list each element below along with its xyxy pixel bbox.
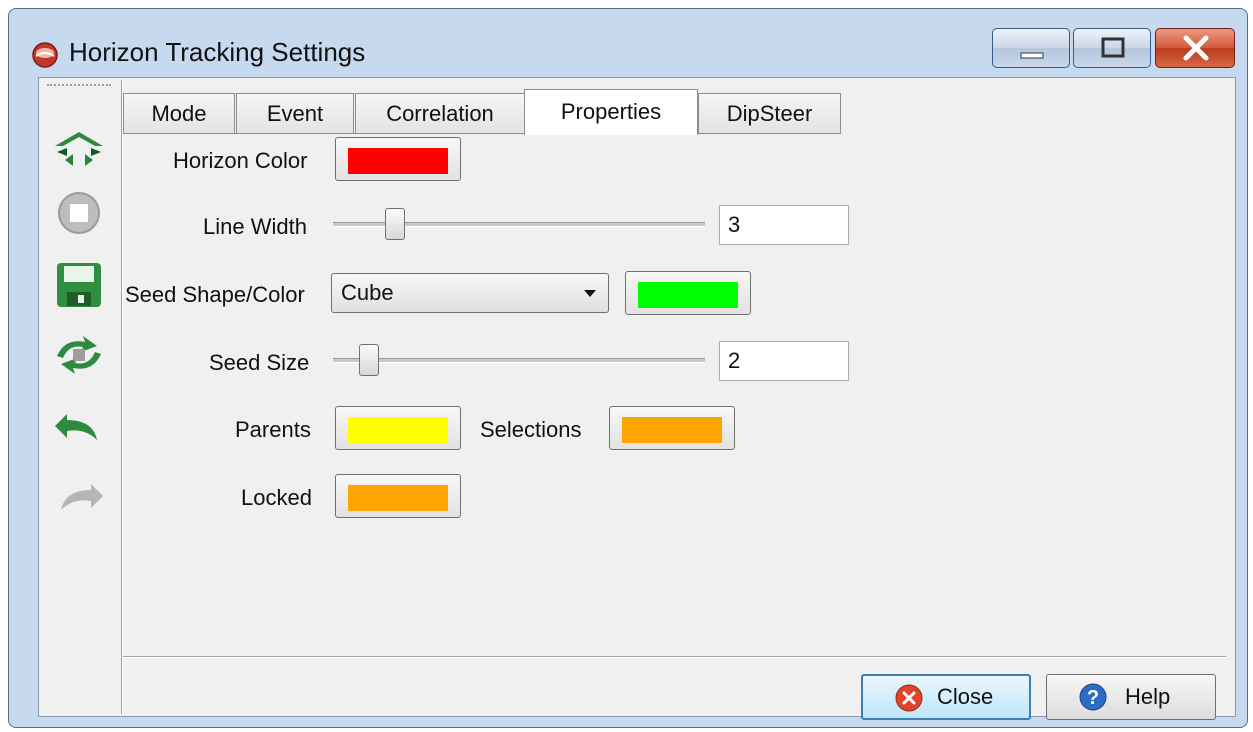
- horizon-color-label: Horizon Color: [173, 148, 308, 173]
- selections-label: Selections: [480, 417, 582, 442]
- save-icon[interactable]: [51, 262, 107, 308]
- tab-properties[interactable]: Properties: [524, 89, 698, 135]
- tab-strip-border: [123, 133, 841, 134]
- line-width-field[interactable]: 3: [719, 205, 849, 245]
- seed-size-slider-track[interactable]: [333, 358, 705, 363]
- horizon-track-icon[interactable]: [51, 126, 107, 172]
- close-circle-icon: [895, 684, 923, 712]
- undo-icon[interactable]: [51, 404, 107, 450]
- seed-shape-value: Cube: [341, 280, 394, 305]
- tab-correlation[interactable]: Correlation: [355, 93, 525, 133]
- horizon-color-swatch: [348, 148, 448, 174]
- horizon-color-button[interactable]: [335, 137, 461, 181]
- chevron-down-icon: [584, 290, 596, 297]
- minimize-icon: [1020, 52, 1044, 59]
- seed-color-button[interactable]: [625, 271, 751, 315]
- seed-color-swatch: [638, 282, 738, 308]
- close-button[interactable]: Close: [861, 674, 1031, 720]
- seed-shape-label: Seed Shape/Color: [125, 282, 305, 307]
- dialog-window: Horizon Tracking Settings Mode Event Cor…: [8, 8, 1248, 728]
- line-width-slider-thumb[interactable]: [385, 208, 405, 240]
- help-icon: ?: [1079, 683, 1107, 711]
- maximize-icon: [1101, 37, 1125, 58]
- title-bar[interactable]: Horizon Tracking Settings: [9, 9, 1247, 81]
- locked-color-swatch: [348, 485, 448, 511]
- tab-event[interactable]: Event: [236, 93, 354, 133]
- stop-icon[interactable]: [51, 190, 107, 236]
- locked-color-button[interactable]: [335, 474, 461, 518]
- seed-shape-select[interactable]: Cube: [331, 273, 609, 313]
- svg-text:?: ?: [1087, 687, 1099, 709]
- help-button[interactable]: ? Help: [1046, 674, 1216, 720]
- close-icon: [1183, 35, 1209, 61]
- help-button-label: Help: [1125, 684, 1171, 709]
- toolbar-grip[interactable]: [47, 84, 111, 90]
- window-title: Horizon Tracking Settings: [69, 37, 366, 67]
- redo-icon[interactable]: [51, 474, 107, 520]
- parents-color-swatch: [348, 417, 448, 443]
- retrack-icon[interactable]: [51, 332, 107, 378]
- tab-dipsteer[interactable]: DipSteer: [698, 93, 841, 133]
- minimize-button[interactable]: [992, 28, 1070, 68]
- seed-size-label: Seed Size: [209, 350, 310, 375]
- window-close-button[interactable]: [1155, 28, 1235, 68]
- horizon-app-icon: [32, 42, 58, 68]
- selections-color-button[interactable]: [609, 406, 735, 450]
- tab-mode[interactable]: Mode: [123, 93, 235, 133]
- dialog-client-area: Mode Event Correlation Properties DipSte…: [38, 77, 1236, 720]
- locked-label: Locked: [241, 485, 312, 510]
- seed-size-slider-thumb[interactable]: [359, 344, 379, 376]
- maximize-button[interactable]: [1073, 28, 1151, 68]
- line-width-label: Line Width: [203, 214, 307, 239]
- close-button-label: Close: [937, 684, 994, 709]
- seed-size-field[interactable]: 2: [719, 341, 849, 381]
- selections-color-swatch: [622, 417, 722, 443]
- parents-color-button[interactable]: [335, 406, 461, 450]
- parents-label: Parents: [235, 417, 311, 442]
